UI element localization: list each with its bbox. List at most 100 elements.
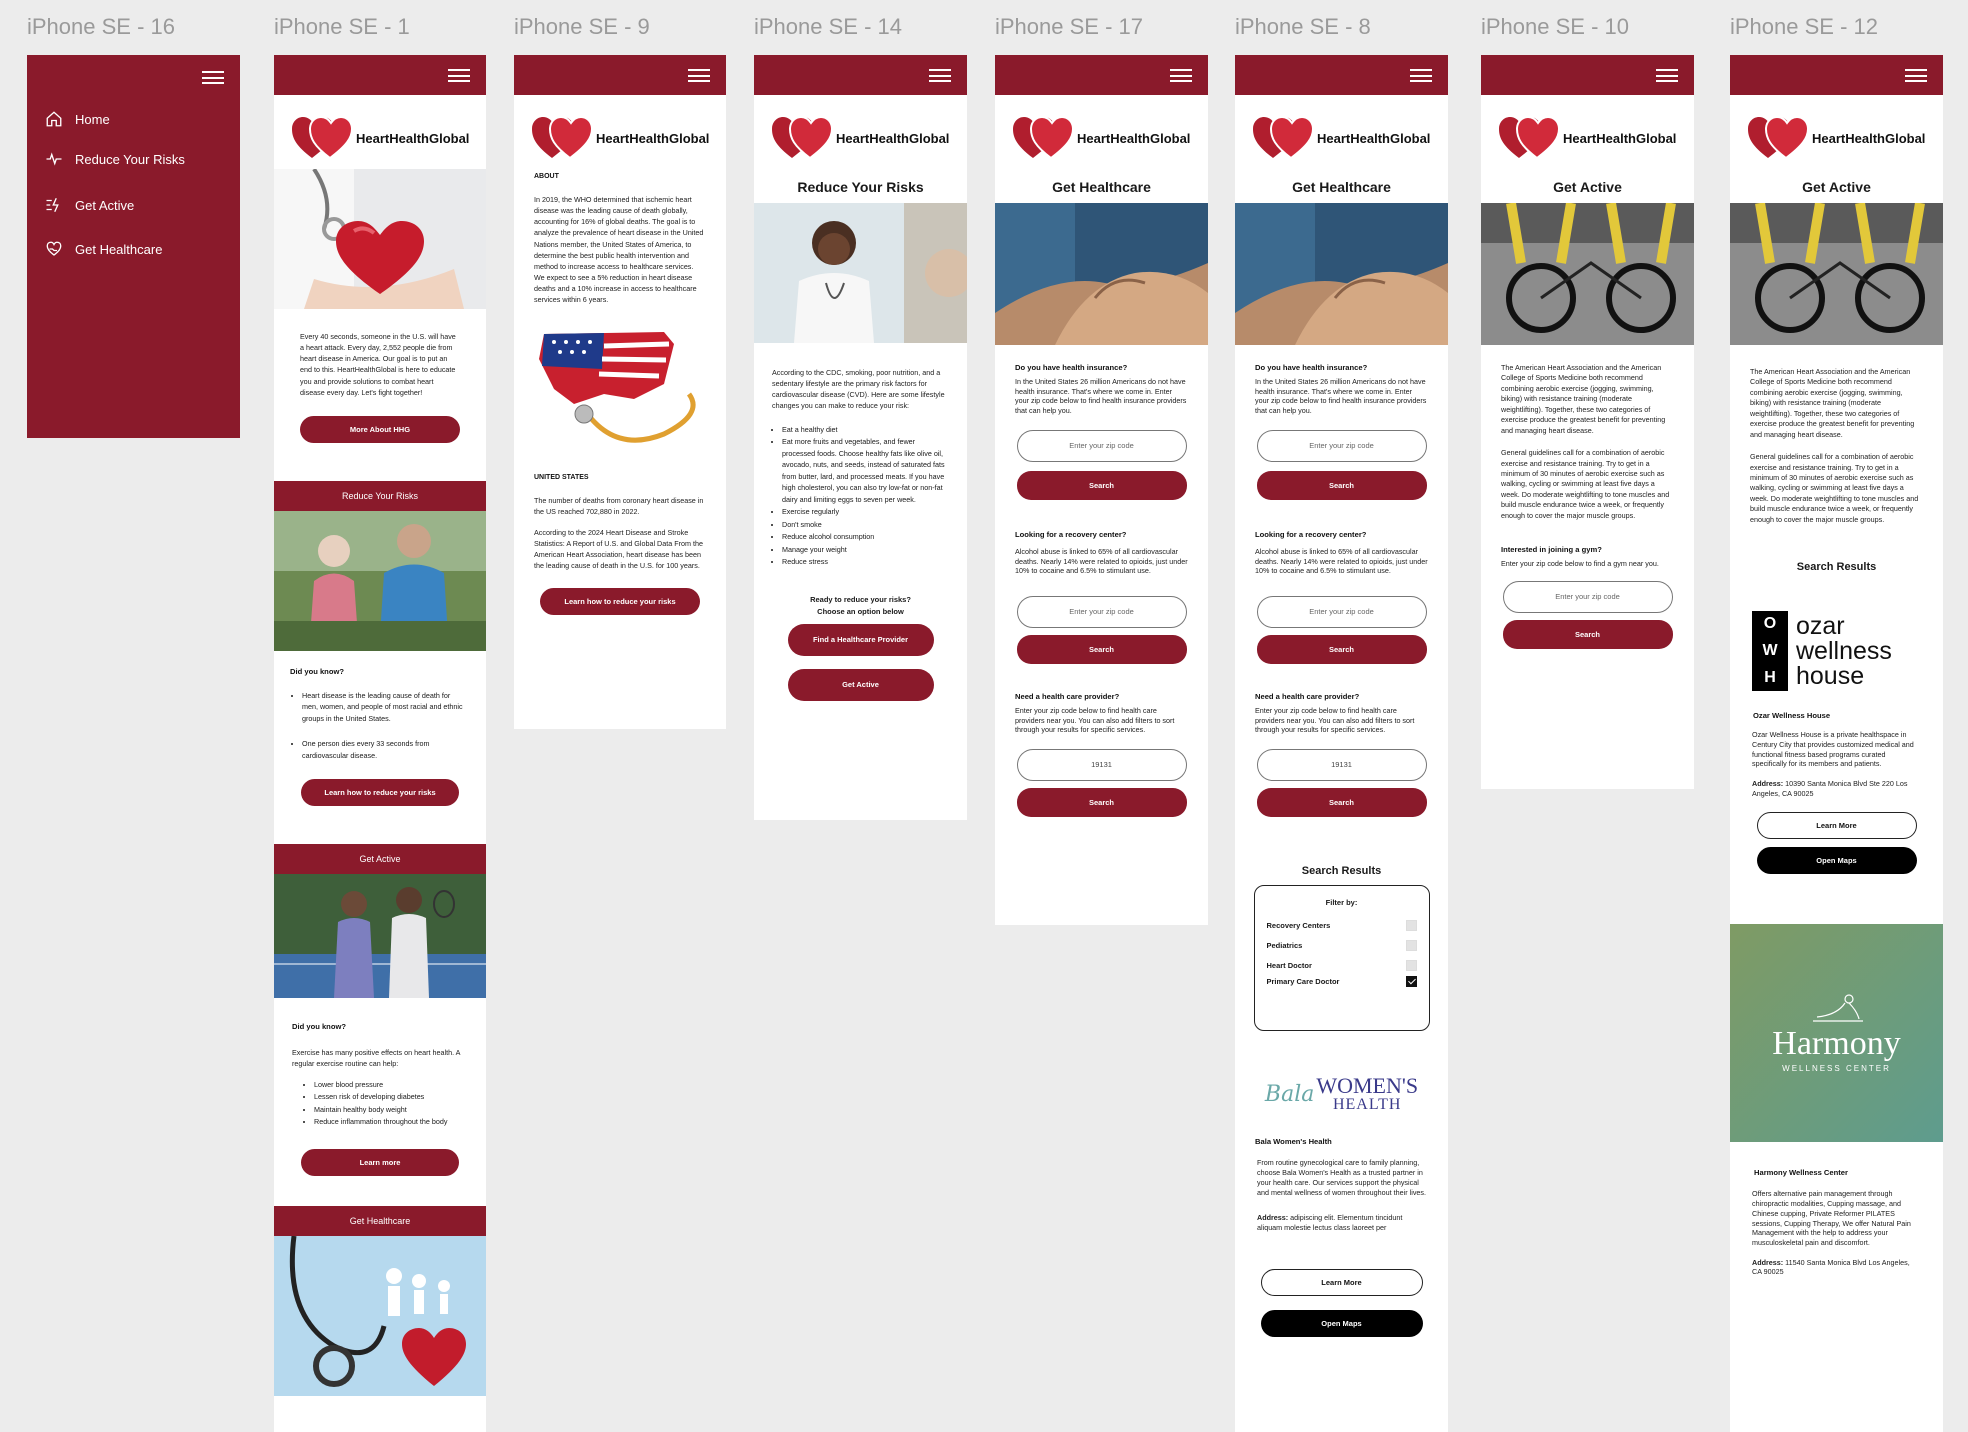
checkbox[interactable] [1405,939,1417,951]
gym-question: Interested in joining a gym? [1501,545,1602,555]
reduce-risks-band[interactable]: Reduce Your Risks [274,480,486,511]
brand-logo[interactable]: HeartHealthGlobal [1235,107,1448,169]
filter-recovery-centers[interactable]: Recovery Centers [1267,915,1417,935]
hamburger-menu-icon[interactable] [1656,69,1678,82]
checkbox[interactable] [1405,919,1417,931]
frame-label-17: iPhone SE - 17 [995,14,1143,39]
menu-item-get-healthcare[interactable]: Get Healthcare [27,229,240,269]
recovery-search-button[interactable]: Search [1256,635,1427,665]
massage-figure-icon [1812,994,1863,1023]
get-healthcare-band[interactable]: Get Healthcare [274,1205,486,1236]
risk-fact: One person dies every 33 seconds from ca… [302,738,468,761]
recovery-question: Looking for a recovery center? [1255,529,1367,539]
provider-search-button[interactable]: Search [1016,788,1187,818]
brand-logo[interactable]: HeartHealthGlobal [1730,107,1943,169]
gym-zip-input[interactable]: Enter your zip code [1502,580,1673,613]
hamburger-menu-icon[interactable] [1170,69,1192,82]
risk-tip: Reduce stress [782,556,949,568]
header-bar [274,55,486,95]
gym-search-button[interactable]: Search [1502,619,1673,649]
ready-text: Ready to reduce your risks? [810,594,911,604]
brand-logo[interactable]: HeartHealthGlobal [754,107,967,169]
learn-more-button[interactable]: Learn more [301,1148,459,1176]
us-flag-stethoscope-image [514,313,726,464]
provider-search-button[interactable]: Search [1256,788,1427,818]
frame-get-healthcare: HeartHealthGlobal Get Healthcare Do you … [995,55,1208,925]
learn-reduce-risks-button[interactable]: Learn how to reduce your risks [301,778,459,806]
learn-reduce-risks-button[interactable]: Learn how to reduce your risks [540,587,700,615]
provider-name: Bala Women's Health [1255,1137,1332,1147]
seniors-exercise-image [274,510,486,651]
learn-more-button[interactable]: Learn More [1756,812,1917,840]
brand-logo[interactable]: HeartHealthGlobal [514,107,726,169]
cyclists-image [1481,203,1694,345]
insurance-zip-input[interactable]: Enter your zip code [1016,429,1187,462]
hamburger-menu-icon[interactable] [688,69,710,82]
hamburger-menu-icon[interactable] [448,69,470,82]
brand-logo[interactable]: HeartHealthGlobal [1481,107,1694,169]
provider-zip-input[interactable]: 19131 [1256,749,1427,782]
header-bar [514,55,726,95]
brand-logo[interactable]: HeartHealthGlobal [274,107,486,169]
menu-item-home[interactable]: Home [27,99,240,139]
hamburger-menu-icon[interactable] [202,71,224,84]
checkbox[interactable] [1405,959,1417,971]
find-healthcare-provider-button[interactable]: Find a Healthcare Provider [787,623,934,656]
insurance-question: Do you have health insurance? [1015,363,1128,372]
heart-logo-icon [1251,114,1319,162]
brand-logo[interactable]: HeartHealthGlobal [995,107,1208,169]
insurance-search-button[interactable]: Search [1256,470,1427,500]
open-maps-button[interactable]: Open Maps [1260,1309,1423,1337]
insurance-zip-input[interactable]: Enter your zip code [1256,429,1427,462]
hamburger-menu-icon[interactable] [1905,69,1927,82]
hamburger-menu-icon[interactable] [1410,69,1432,82]
exercise-benefit: Reduce inflammation throughout the body [314,1116,468,1128]
learn-more-button[interactable]: Learn More [1260,1268,1423,1296]
address-label: Address: [1752,779,1784,788]
page-title: Get Healthcare [1292,179,1391,195]
frame-label-16: iPhone SE - 16 [27,14,175,39]
menu-item-get-active[interactable]: Get Active [27,185,240,225]
frame-about: HeartHealthGlobal ABOUT In 2019, the WHO… [514,55,726,729]
tennis-couple-image [274,873,486,998]
risk-tip: Reduce alcohol consumption [782,531,949,543]
logo-word: house [1796,661,1865,690]
brand-name: HeartHealthGlobal [1077,130,1191,146]
heart-hand-icon [46,241,62,256]
filter-primary-care[interactable]: Primary Care Doctor [1267,971,1417,991]
exercise-benefit: Maintain healthy body weight [314,1104,468,1116]
about-heading: ABOUT [534,173,559,180]
recovery-text: Alcohol abuse is linked to 65% of all ca… [1255,546,1428,576]
did-you-know-heading: Did you know? [290,666,344,676]
logo-letter: W [1762,642,1778,660]
frame-healthcare-results: HeartHealthGlobal Get Healthcare Do you … [1235,55,1448,1432]
recovery-zip-input[interactable]: Enter your zip code [1016,596,1187,629]
menu-item-reduce-risks[interactable]: Reduce Your Risks [27,139,240,179]
us-text: According to the 2024 Heart Disease and … [534,527,703,571]
heart-logo-icon [770,114,838,162]
get-active-band[interactable]: Get Active [274,843,486,874]
more-about-hhg-button[interactable]: More About HHG [300,415,460,443]
frame-home: HeartHealthGlobal Every 40 seconds, some… [274,55,486,1432]
checkbox-checked[interactable] [1405,975,1417,987]
recovery-search-button[interactable]: Search [1016,635,1187,665]
filter-pediatrics[interactable]: Pediatrics [1267,935,1417,955]
logo-line: WOMEN'S [1316,1073,1419,1099]
provider-zip-input[interactable]: 19131 [1016,749,1187,782]
filter-heading: Filter by: [1325,898,1358,908]
logo-word: ozar [1796,611,1845,640]
frame-label-12: iPhone SE - 12 [1730,14,1878,39]
logo-line: HEALTH [1332,1096,1402,1114]
brand-name: HeartHealthGlobal [1812,130,1926,146]
logo-letter: H [1764,668,1776,686]
page-title: Reduce Your Risks [797,179,924,195]
recovery-question: Looking for a recovery center? [1015,529,1127,539]
insurance-search-button[interactable]: Search [1016,470,1187,500]
get-active-button[interactable]: Get Active [787,668,934,701]
open-maps-button[interactable]: Open Maps [1756,847,1917,875]
pulse-icon [46,152,62,166]
recovery-zip-input[interactable]: Enter your zip code [1256,596,1427,629]
hamburger-menu-icon[interactable] [929,69,951,82]
heart-logo-icon [1497,114,1565,162]
provider-address: Address: adipiscing elit. Elementum tinc… [1235,1213,1448,1233]
